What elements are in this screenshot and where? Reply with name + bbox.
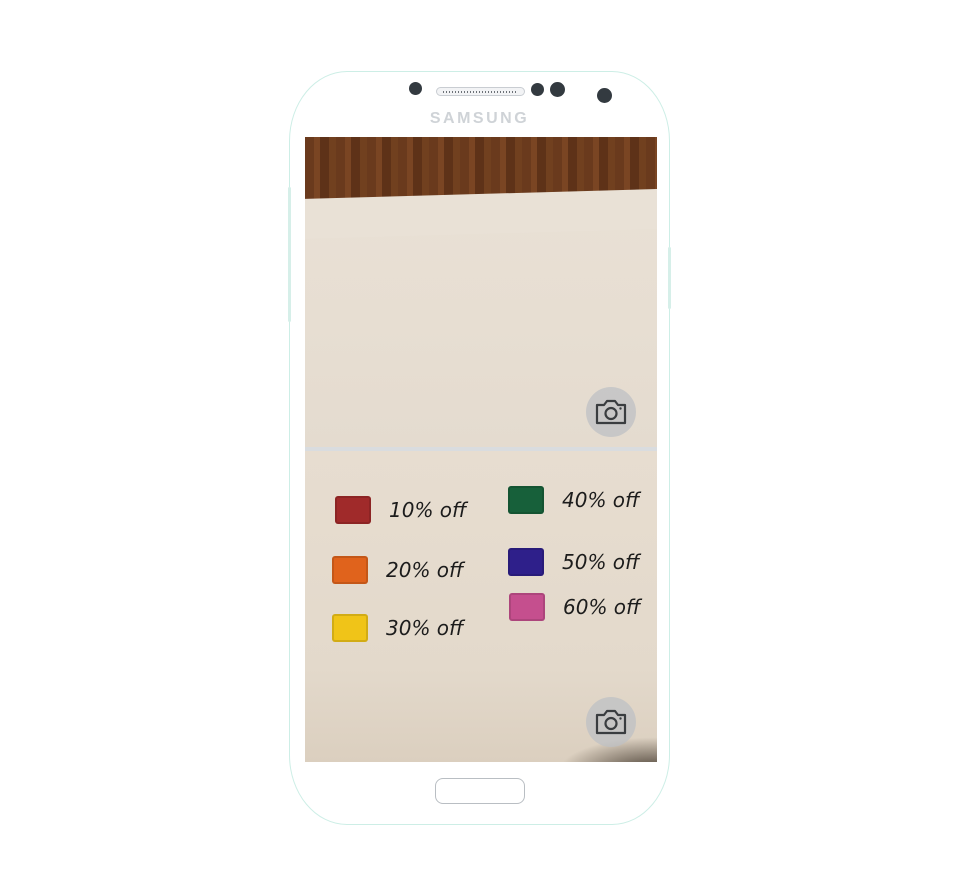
front-sensor-dot [409, 82, 422, 95]
home-button[interactable] [435, 778, 525, 804]
light-sensor-dot [550, 82, 565, 97]
legend-entry: 60% off [509, 593, 640, 621]
green-swatch [508, 486, 544, 514]
legend-label: 50% off [562, 550, 640, 574]
legend-entry: 40% off [508, 486, 639, 514]
camera-icon [595, 709, 627, 735]
proximity-sensor-dot [531, 83, 544, 96]
volume-key [288, 187, 291, 322]
legend-label: 60% off [563, 595, 641, 619]
pink-swatch [509, 593, 545, 621]
legend-label: 20% off [386, 558, 464, 582]
top-camera-panel [305, 137, 657, 447]
red-swatch [335, 496, 371, 524]
yellow-swatch [332, 614, 368, 642]
legend-entry: 20% off [332, 556, 463, 584]
orange-swatch [332, 556, 368, 584]
bottom-camera-panel: 10% off 20% off 30% off 40% off 50% off … [305, 451, 657, 762]
earpiece-speaker [436, 87, 525, 96]
legend-entry: 10% off [335, 496, 466, 524]
legend-entry: 50% off [508, 548, 639, 576]
screen: 10% off 20% off 30% off 40% off 50% off … [305, 137, 657, 762]
top-capture-button[interactable] [586, 387, 636, 437]
legend-entry: 30% off [332, 614, 463, 642]
legend-label: 30% off [386, 616, 464, 640]
phone-frame: SAMSUNG 10% off 20% off 30% off 40% off … [288, 71, 671, 825]
legend-label: 10% off [389, 498, 467, 522]
legend-label: 40% off [562, 488, 640, 512]
bottom-capture-button[interactable] [586, 697, 636, 747]
camera-icon [595, 399, 627, 425]
front-camera-dot [597, 88, 612, 103]
purple-swatch [508, 548, 544, 576]
brand-logo: SAMSUNG [429, 110, 530, 127]
power-key [668, 247, 671, 309]
